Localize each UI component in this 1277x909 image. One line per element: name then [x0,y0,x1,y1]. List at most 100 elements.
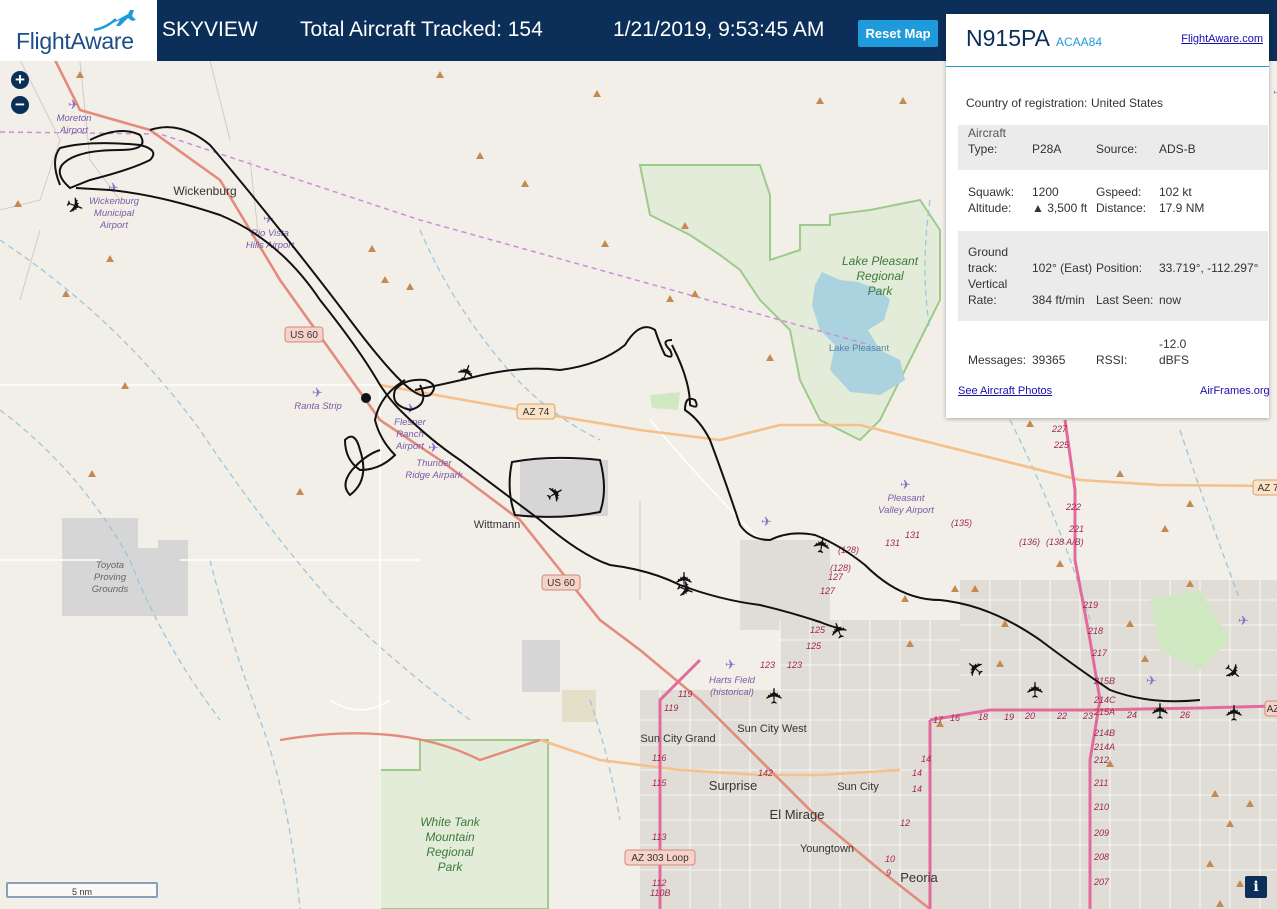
airport-icon: ✈ [725,657,736,672]
rssi-value-1: -12.0 [1159,337,1187,351]
zoom-out-button[interactable]: − [11,96,29,114]
sun-city-label: Sun City [837,781,879,793]
aircraft-icon[interactable]: ✈ [1023,681,1048,699]
distance-value: 17.9 NM [1159,201,1205,215]
gspeed-value: 102 kt [1159,185,1192,199]
svg-text:217: 217 [1091,648,1108,658]
svg-text:123: 123 [760,660,775,670]
country-value: United States [1091,96,1164,110]
svg-text:14: 14 [912,768,922,778]
aircraft-icon[interactable]: ✈ [1222,704,1247,722]
map-scale-bar: 5 nm [6,882,158,898]
airport-icon: ✈ [1238,613,1249,628]
az7-shield: AZ 7 [1257,483,1277,494]
airport-icon: ✈ [761,514,772,529]
altitude-label: Altitude: [968,201,1012,215]
svg-text:14: 14 [912,784,922,794]
source-value: ADS-B [1159,142,1196,156]
aircraft-type-value: P28A [1032,142,1062,156]
svg-text:225: 225 [1053,440,1070,450]
svg-text:212: 212 [1093,755,1109,765]
airframes-link[interactable]: AirFrames.org [1200,385,1270,397]
svg-text:18: 18 [978,712,988,722]
svg-text:19: 19 [1004,712,1014,722]
vrate-label-1: Vertical [968,277,1008,291]
svg-text:211: 211 [1093,778,1108,788]
messages-label: Messages: [968,353,1027,367]
airport-icon: ✈ [312,385,323,400]
svg-text:142: 142 [758,768,773,778]
lake-label: Lake Pleasant [829,343,890,354]
svg-text:(136): (136) [1019,537,1040,547]
sun-city-west-label: Sun City West [737,723,807,735]
plane-logo-icon [93,10,136,32]
svg-text:218: 218 [1087,626,1103,636]
airport-icon: ✈ [108,180,119,195]
airport-icon: ✈ [900,477,911,492]
info-button[interactable]: i [1245,876,1267,898]
surprise-label: Surprise [709,778,757,793]
sun-city-grand-label: Sun City Grand [640,733,715,745]
svg-text:227: 227 [1051,424,1068,434]
distance-label: Distance: [1096,201,1147,215]
wick-muni-3: Airport [99,220,128,231]
aircraft-photos-link[interactable]: See Aircraft Photos [958,385,1052,397]
ranta-label: Ranta Strip [294,401,342,412]
svg-text:222: 222 [1065,502,1081,512]
svg-text:17: 17 [933,715,944,725]
wittmann-label: Wittmann [474,519,520,531]
svg-text:16: 16 [950,713,960,723]
position-value: 33.719°, -112.297° [1159,261,1259,275]
wickenburg-label: Wickenburg [173,184,236,198]
svg-text:131: 131 [905,530,920,540]
svg-text:112: 112 [652,878,666,888]
white-tank-4: Park [438,860,464,874]
svg-text:Proving: Proving [94,572,127,583]
datetime-display: 1/21/2019, 9:53:45 AM [613,18,825,41]
harts-2: (historical) [710,687,754,698]
svg-text:26: 26 [1179,710,1190,720]
airport-icon: ✈ [68,97,79,112]
flightaware-logo[interactable]: FlightAware [0,0,157,61]
svg-text:209: 209 [1093,828,1109,838]
country-label: Country of registration: [966,96,1088,110]
app-title: SKYVIEW [162,18,258,41]
svg-text:214B: 214B [1093,728,1115,738]
airport-icon: ✈ [1146,673,1157,688]
svg-text:215A: 215A [1093,707,1115,717]
zoom-in-button[interactable]: + [11,71,29,89]
flightaware-link[interactable]: FlightAware.com [1181,33,1263,45]
svg-text:23: 23 [1082,711,1093,721]
svg-text:214A: 214A [1093,742,1115,752]
squawk-value: 1200 [1032,185,1059,199]
lake-park-2: Regional [856,269,904,283]
lastseen-value: now [1159,293,1182,307]
ground-label-1: Ground [968,245,1009,259]
svg-text:208: 208 [1093,852,1109,862]
harts-1: Harts Field [709,675,756,686]
svg-text:119: 119 [664,703,678,713]
svg-text:116: 116 [652,753,666,763]
aircraft-count: Total Aircraft Tracked: 154 [300,18,543,41]
svg-text:221: 221 [1068,524,1084,534]
svg-text:14: 14 [921,754,931,764]
pleasant-valley-2: Valley Airport [878,505,934,516]
flesner-2: Ranch [396,429,423,440]
svg-text:214C: 214C [1093,695,1116,705]
aircraft-registration: N915PA [966,25,1050,51]
us60-shield-b: US 60 [547,578,575,589]
receiver-location-marker [361,393,371,403]
az74-shield: AZ 74 [523,407,550,418]
reset-map-button[interactable]: Reset Map [858,20,938,47]
pleasant-valley-1: Pleasant [888,493,925,504]
moreton-label-2: Airport [59,125,88,136]
svg-text:Grounds: Grounds [92,584,129,595]
aircraft-icon[interactable]: ✈ [762,687,787,705]
az303-shield: AZ 303 Loop [631,853,689,864]
white-tank-3: Regional [426,845,474,859]
airport-icon: ✈ [263,211,274,226]
panel-divider [946,66,1269,67]
svg-text:113: 113 [652,832,666,842]
svg-text:219: 219 [1082,600,1098,610]
aircraft-icon[interactable]: ✈ [1148,702,1173,720]
